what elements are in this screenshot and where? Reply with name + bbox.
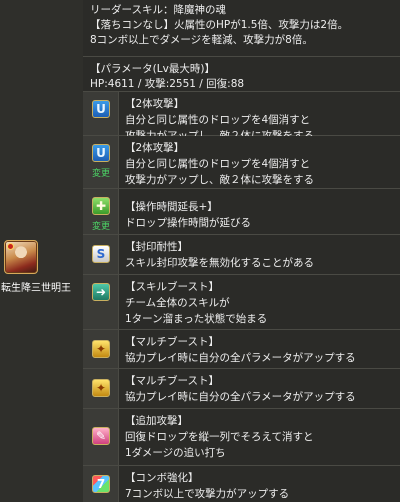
awakening-text: 【操作時間延長+】 ドロップ操作時間が延びる <box>119 189 400 234</box>
character-portrait[interactable] <box>4 240 38 274</box>
awakening-row: 7 【コンボ強化】 7コンボ以上で攻撃力がアップする <box>83 466 400 502</box>
leader-skill-effect-2: 8コンボ以上でダメージを軽減、攻撃力が8倍。 <box>90 34 313 46</box>
awakening-icon-cell: ✦ <box>83 330 119 368</box>
awakening-row: U 【2体攻撃】 自分と同じ属性のドロップを4個消すと 攻撃力がアップし、敵２体… <box>83 92 400 142</box>
awakening-icon-cell: ➜ <box>83 275 119 329</box>
parameters-box: 【パラメータ(Lv最大時)】 HP:4611 / 攻撃:2551 / 回復:88 <box>83 57 400 92</box>
awakening-text: 【封印耐性】 スキル封印攻撃を無効化することがある <box>119 235 400 274</box>
awakening-text: 【追加攻撃】 回復ドロップを縦一列でそろえて消すと 1ダメージの追い打ち <box>119 409 400 465</box>
awakening-icon-cell: ✚ 変更 <box>83 189 119 234</box>
awakening-desc-line: チーム全体のスキルが <box>125 297 230 309</box>
awakening-icon-cell: S <box>83 235 119 274</box>
leader-skill-name: リーダースキル：降魔神の魂 <box>90 4 226 16</box>
changed-badge: 変更 <box>91 222 110 232</box>
awakening-desc-line: 1ダメージの追い打ち <box>125 447 226 459</box>
awakening-text: 【マルチブースト】 協力プレイ時に自分の全パラメータがアップする <box>119 330 400 368</box>
awakening-desc-line: 自分と同じ属性のドロップを4個消すと <box>125 158 311 170</box>
awakening-text: 【コンボ強化】 7コンボ以上で攻撃力がアップする <box>119 466 400 502</box>
multi-boost-icon[interactable]: ✦ <box>92 340 110 358</box>
awakening-text: 【2体攻撃】 自分と同じ属性のドロップを4個消すと 攻撃力がアップし、敵２体に攻… <box>119 92 400 142</box>
character-column: 転生降三世明王 <box>0 0 83 502</box>
awakening-row: ✎ 【追加攻撃】 回復ドロップを縦一列でそろえて消すと 1ダメージの追い打ち <box>83 409 400 466</box>
awakening-icon-cell: 7 <box>83 466 119 502</box>
awakening-title: 【2体攻撃】 <box>125 98 185 110</box>
awakening-title: 【封印耐性】 <box>125 241 188 253</box>
awakening-row: S 【封印耐性】 スキル封印攻撃を無効化することがある <box>83 235 400 275</box>
awakening-text: 【マルチブースト】 協力プレイ時に自分の全パラメータがアップする <box>119 369 400 408</box>
awakening-title: 【マルチブースト】 <box>125 336 219 348</box>
leader-skill-box: リーダースキル：降魔神の魂 【落ちコンなし】火属性のHPが1.5倍、攻撃力は2倍… <box>83 0 400 57</box>
awakening-desc-line: スキル封印攻撃を無効化することがある <box>125 257 314 269</box>
extra-attack-icon[interactable]: ✎ <box>92 427 110 445</box>
awakening-title: 【コンボ強化】 <box>125 472 199 484</box>
changed-badge: 変更 <box>91 169 110 179</box>
awakening-icon-cell: ✎ <box>83 409 119 465</box>
parameters-header: 【パラメータ(Lv最大時)】 <box>90 63 215 75</box>
combo-up-icon[interactable]: 7 <box>92 475 110 493</box>
awakening-title: 【2体攻撃】 <box>125 142 185 154</box>
awakening-desc-line: 1ターン溜まった状態で始まる <box>125 313 268 325</box>
parameters-stats: HP:4611 / 攻撃:2551 / 回復:88 <box>90 78 245 90</box>
fire-attribute-icon <box>7 243 14 250</box>
awakening-icon-cell: U 変更 <box>83 136 119 188</box>
awakening-desc-line: 回復ドロップを縦一列でそろえて消すと <box>125 431 314 443</box>
awakening-desc-line: 協力プレイ時に自分の全パラメータがアップする <box>125 391 356 403</box>
awakening-row: ✚ 変更 【操作時間延長+】 ドロップ操作時間が延びる <box>83 189 400 235</box>
awakening-title: 【マルチブースト】 <box>125 375 219 387</box>
awakening-title: 【スキルブースト】 <box>125 281 219 293</box>
awakening-row: ✦ 【マルチブースト】 協力プレイ時に自分の全パラメータがアップする <box>83 330 400 369</box>
awakening-text: 【スキルブースト】 チーム全体のスキルが 1ターン溜まった状態で始まる <box>119 275 400 329</box>
awakening-title: 【操作時間延長+】 <box>125 201 218 213</box>
awakening-desc-line: 自分と同じ属性のドロップを4個消すと <box>125 114 311 126</box>
character-detail-panel: 転生降三世明王 リーダースキル：降魔神の魂 【落ちコンなし】火属性のHPが1.5… <box>0 0 400 502</box>
multi-boost-icon[interactable]: ✦ <box>92 379 110 397</box>
skill-boost-icon[interactable]: ➜ <box>92 283 110 301</box>
awakening-icon-cell: ✦ <box>83 369 119 408</box>
awakening-desc-line: 攻撃力がアップし、敵２体に攻撃をする <box>125 174 314 186</box>
u-turn-icon[interactable]: U <box>92 100 110 118</box>
awakening-desc-line: 協力プレイ時に自分の全パラメータがアップする <box>125 352 356 364</box>
awakening-desc-line: 7コンボ以上で攻撃力がアップする <box>125 488 290 500</box>
awakening-row: ➜ 【スキルブースト】 チーム全体のスキルが 1ターン溜まった状態で始まる <box>83 275 400 330</box>
awakening-list: U 【2体攻撃】 自分と同じ属性のドロップを4個消すと 攻撃力がアップし、敵２体… <box>83 92 400 502</box>
character-name[interactable]: 転生降三世明王 <box>1 279 85 294</box>
leader-skill-effect-1: 【落ちコンなし】火属性のHPが1.5倍、攻撃力は2倍。 <box>90 19 349 31</box>
awakening-desc-line: ドロップ操作時間が延びる <box>125 217 251 229</box>
awakening-row: ✦ 【マルチブースト】 協力プレイ時に自分の全パラメータがアップする <box>83 369 400 409</box>
awakening-row: U 変更 【2体攻撃】 自分と同じ属性のドロップを4個消すと 攻撃力がアップし、… <box>83 136 400 189</box>
hand-plus-icon[interactable]: ✚ <box>92 197 110 215</box>
awakening-title: 【追加攻撃】 <box>125 415 188 427</box>
u-turn-icon[interactable]: U <box>92 144 110 162</box>
awakening-icon-cell: U <box>83 92 119 135</box>
seal-guard-icon[interactable]: S <box>92 245 110 263</box>
awakening-text: 【2体攻撃】 自分と同じ属性のドロップを4個消すと 攻撃力がアップし、敵２体に攻… <box>119 136 400 188</box>
